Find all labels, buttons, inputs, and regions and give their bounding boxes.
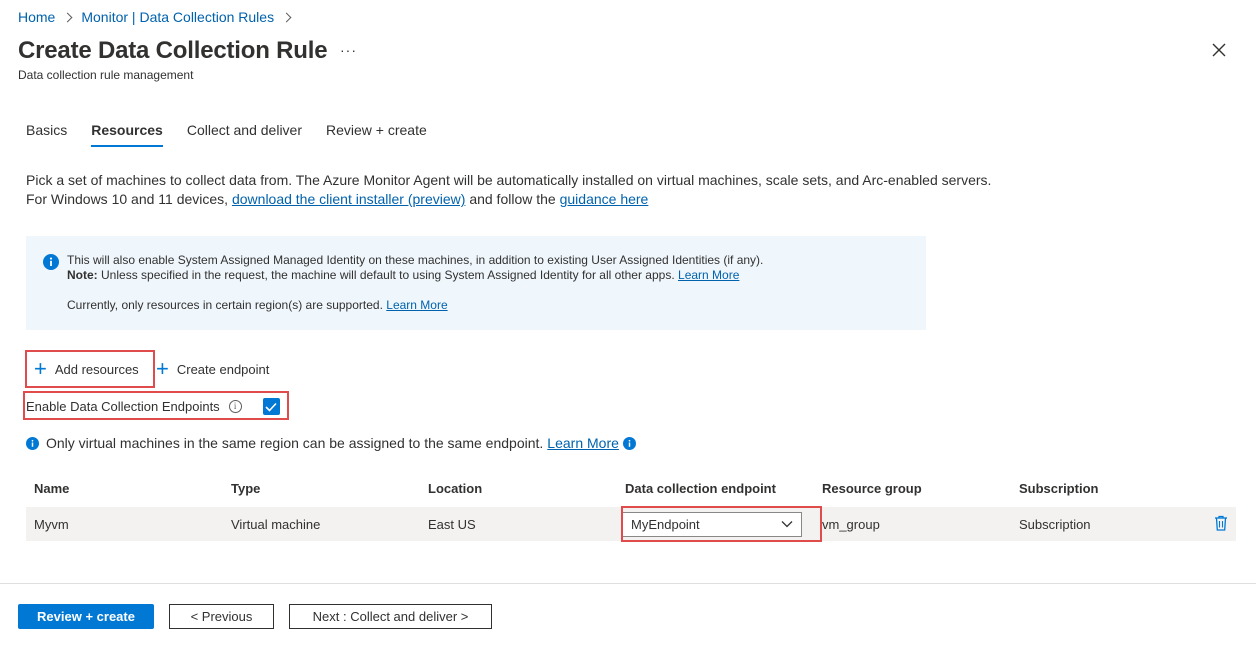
highlight-box: [25, 350, 155, 388]
review-create-button[interactable]: Review + create: [18, 604, 154, 629]
tab-bar: Basics Resources Collect and deliver Rev…: [26, 122, 451, 147]
close-icon[interactable]: [1210, 41, 1228, 59]
more-options-icon[interactable]: ···: [340, 42, 357, 58]
page-title: Create Data Collection Rule: [18, 37, 328, 64]
next-button[interactable]: Next : Collect and deliver >: [289, 604, 492, 629]
tab-basics[interactable]: Basics: [26, 122, 67, 147]
endpoint-learn-more-link[interactable]: Learn More: [547, 435, 619, 451]
tab-review-create[interactable]: Review + create: [326, 122, 427, 147]
highlight-box: [621, 506, 822, 542]
cell-resource-group: vm_group: [822, 516, 880, 532]
cell-name: Myvm: [34, 516, 69, 532]
column-header-type: Type: [231, 481, 261, 496]
description-middle: and follow the: [469, 191, 556, 207]
download-client-installer-link[interactable]: download the client installer (preview): [232, 191, 465, 207]
delete-icon[interactable]: [1214, 515, 1228, 531]
info-line-2: Note: Unless specified in the request, t…: [67, 268, 763, 283]
tab-collect-and-deliver[interactable]: Collect and deliver: [187, 122, 302, 147]
endpoint-region-note: Only virtual machines in the same region…: [26, 435, 636, 451]
info-box: This will also enable System Assigned Ma…: [26, 236, 926, 330]
note-learn-more-link[interactable]: Learn More: [678, 268, 739, 282]
breadcrumb-home[interactable]: Home: [18, 9, 55, 25]
column-header-name: Name: [34, 481, 70, 496]
highlight-box: [23, 391, 289, 420]
footer-divider: [0, 583, 1256, 584]
guidance-link[interactable]: guidance here: [560, 191, 649, 207]
chevron-right-icon: [62, 12, 73, 22]
create-endpoint-label: Create endpoint: [176, 361, 270, 377]
plus-icon: +: [156, 356, 169, 381]
description: Pick a set of machines to collect data f…: [26, 171, 991, 209]
chevron-right-icon: [281, 12, 292, 22]
column-header-endpoint: Data collection endpoint: [625, 481, 776, 496]
info-icon: [26, 436, 39, 450]
info-icon: [43, 254, 59, 270]
region-support-text: Currently, only resources in certain reg…: [67, 298, 383, 312]
create-endpoint-button[interactable]: + Create endpoint: [156, 358, 269, 380]
info-line-3: Currently, only resources in certain reg…: [67, 298, 448, 312]
description-line-2: For Windows 10 and 11 devices, download …: [26, 190, 991, 209]
description-prefix: For Windows 10 and 11 devices,: [26, 191, 229, 207]
previous-button[interactable]: < Previous: [169, 604, 274, 629]
column-header-resource-group: Resource group: [822, 481, 922, 496]
info-line-1: This will also enable System Assigned Ma…: [67, 253, 764, 267]
note-label: Note:: [67, 268, 98, 282]
breadcrumb: Home Monitor | Data Collection Rules: [18, 9, 300, 25]
cell-type: Virtual machine: [231, 516, 321, 532]
info-text: This will also enable System Assigned Ma…: [67, 253, 763, 283]
tab-resources[interactable]: Resources: [91, 122, 163, 147]
cell-subscription: Subscription: [1019, 516, 1091, 532]
description-line-1: Pick a set of machines to collect data f…: [26, 172, 992, 188]
note-text: Unless specified in the request, the mac…: [101, 268, 675, 282]
column-header-subscription: Subscription: [1019, 481, 1099, 496]
column-header-location: Location: [428, 481, 483, 496]
region-learn-more-link[interactable]: Learn More: [386, 298, 447, 312]
info-icon: [622, 436, 636, 450]
table-header: Name Type Location Data collection endpo…: [26, 479, 1236, 503]
breadcrumb-monitor-dcr[interactable]: Monitor | Data Collection Rules: [81, 9, 274, 25]
cell-location: East US: [428, 516, 476, 532]
page-subtitle: Data collection rule management: [18, 68, 194, 82]
endpoint-note-text: Only virtual machines in the same region…: [46, 435, 544, 451]
